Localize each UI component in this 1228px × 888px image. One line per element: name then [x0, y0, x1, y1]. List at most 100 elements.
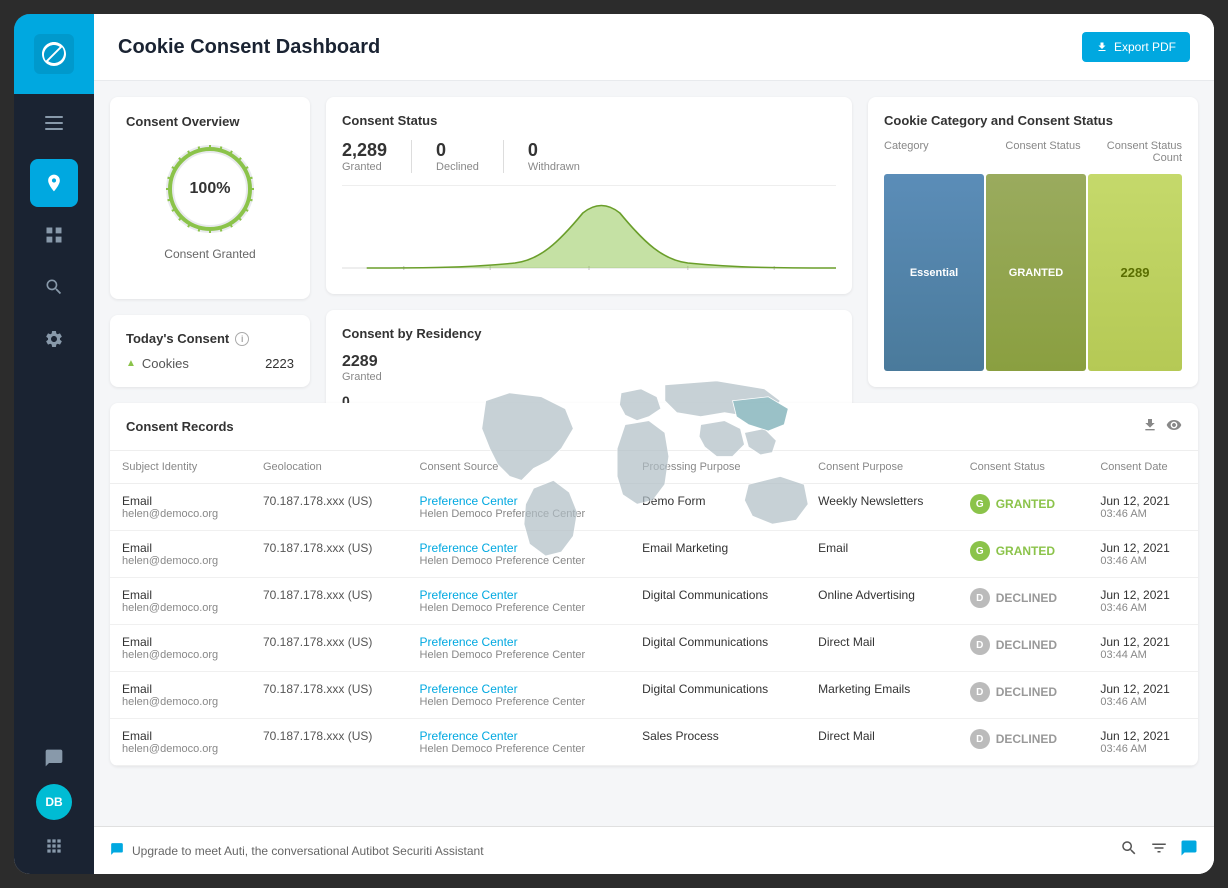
download-icon[interactable]: [1142, 417, 1158, 436]
bot-icon: [110, 842, 124, 859]
cell-date: Jun 12, 2021 03:44 AM: [1088, 625, 1198, 672]
export-pdf-button[interactable]: Export PDF: [1082, 32, 1190, 62]
sidebar-item-settings[interactable]: [30, 315, 78, 363]
cookie-category-widget: Cookie Category and Consent Status Categ…: [868, 97, 1198, 387]
menu-button[interactable]: [37, 108, 71, 143]
apps-icon[interactable]: [36, 828, 72, 864]
bot-message: Upgrade to meet Auti, the conversational…: [110, 842, 484, 859]
cc-col1: Category: [884, 140, 984, 164]
cell-date: Jun 12, 2021 03:46 AM: [1088, 578, 1198, 625]
todays-consent-title: Today's Consent i: [126, 331, 294, 346]
cell-subject: Email helen@democo.org: [110, 531, 251, 578]
cell-purpose: Marketing Emails: [806, 672, 958, 719]
view-icon[interactable]: [1166, 417, 1182, 436]
stacked-bar-chart: Essential GRANTED 2289: [884, 174, 1182, 371]
chat-bottom-icon[interactable]: [1180, 839, 1198, 862]
sidebar-bottom: DB: [36, 730, 72, 874]
col-subject: Subject Identity: [110, 451, 251, 484]
cell-geo: 70.187.178.xxx (US): [251, 578, 408, 625]
records-title: Consent Records: [126, 419, 234, 434]
withdrawn-count: 0 Withdrawn: [528, 140, 580, 173]
col-status: Consent Status: [958, 451, 1089, 484]
cell-status: D DECLINED: [958, 719, 1089, 766]
table-row: Email helen@democo.org 70.187.178.xxx (U…: [110, 578, 1198, 625]
sidebar-nav: [30, 149, 78, 730]
cell-date: Jun 12, 2021 03:46 AM: [1088, 484, 1198, 531]
cell-purpose: Online Advertising: [806, 578, 958, 625]
cell-purpose: Direct Mail: [806, 719, 958, 766]
filter-bottom-icon[interactable]: [1150, 839, 1168, 862]
sidebar: DB: [14, 14, 94, 874]
cell-date: Jun 12, 2021 03:46 AM: [1088, 531, 1198, 578]
header: Cookie Consent Dashboard Export PDF: [94, 14, 1214, 81]
col-date: Consent Date: [1088, 451, 1198, 484]
consent-status-widget: Consent Status 2,289 Granted 0 Declined: [326, 97, 852, 294]
todays-consent-row: ▲ Cookies 2223: [126, 356, 294, 371]
cell-subject: Email helen@democo.org: [110, 672, 251, 719]
cell-purpose: Direct Mail: [806, 625, 958, 672]
donut-chart: 100% Consent Granted: [160, 139, 260, 261]
cell-subject: Email helen@democo.org: [110, 578, 251, 625]
user-avatar[interactable]: DB: [36, 784, 72, 820]
cell-date: Jun 12, 2021 03:46 AM: [1088, 672, 1198, 719]
records-actions: [1142, 417, 1182, 436]
cell-source: Preference Center Helen Democo Preferenc…: [408, 672, 631, 719]
up-arrow-icon: ▲: [126, 358, 136, 369]
search-bottom-icon[interactable]: [1120, 839, 1138, 862]
consent-overview-widget: Consent Overview: [110, 97, 310, 299]
cell-status: G GRANTED: [958, 531, 1089, 578]
cell-date: Jun 12, 2021 03:46 AM: [1088, 719, 1198, 766]
cookies-label: ▲ Cookies: [126, 356, 189, 371]
status-numbers: 2,289 Granted 0 Declined 0 Wit: [342, 140, 836, 186]
cell-subject: Email helen@democo.org: [110, 719, 251, 766]
cell-status: D DECLINED: [958, 625, 1089, 672]
cell-source: Preference Center Helen Democo Preferenc…: [408, 719, 631, 766]
consent-overview-title: Consent Overview: [126, 114, 239, 129]
cell-status: G GRANTED: [958, 484, 1089, 531]
bottom-bar: Upgrade to meet Auti, the conversational…: [94, 826, 1214, 874]
cc-count-label: 2289: [1121, 265, 1150, 280]
app-logo[interactable]: [14, 14, 94, 94]
content-area: Consent Overview: [94, 81, 1214, 826]
col-geo: Geolocation: [251, 451, 408, 484]
table-row: Email helen@democo.org 70.187.178.xxx (U…: [110, 672, 1198, 719]
cell-geo: 70.187.178.xxx (US): [251, 531, 408, 578]
declined-count: 0 Declined: [436, 140, 479, 173]
cc-status-label: GRANTED: [1009, 267, 1063, 279]
cookies-count: 2223: [265, 356, 294, 371]
cell-subject: Email helen@democo.org: [110, 484, 251, 531]
main-content: Cookie Consent Dashboard Export PDF Cons…: [94, 14, 1214, 874]
cell-geo: 70.187.178.xxx (US): [251, 672, 408, 719]
bottom-actions: [1120, 839, 1198, 862]
cell-geo: 70.187.178.xxx (US): [251, 719, 408, 766]
chat-icon[interactable]: [36, 740, 72, 776]
page-title: Cookie Consent Dashboard: [118, 36, 380, 59]
cell-status: D DECLINED: [958, 578, 1089, 625]
donut-percentage: 100%: [190, 180, 231, 197]
cell-status: D DECLINED: [958, 672, 1089, 719]
cell-geo: 70.187.178.xxx (US): [251, 625, 408, 672]
world-map: [438, 353, 836, 576]
table-row: Email helen@democo.org 70.187.178.xxx (U…: [110, 625, 1198, 672]
bot-text: Upgrade to meet Auti, the conversational…: [132, 844, 484, 858]
info-icon[interactable]: i: [235, 332, 249, 346]
cell-subject: Email helen@democo.org: [110, 625, 251, 672]
cc-col3: Consent Status Count: [1102, 140, 1182, 164]
sidebar-item-data[interactable]: [30, 211, 78, 259]
sidebar-item-search[interactable]: [30, 263, 78, 311]
res-granted: 2289 Granted: [342, 353, 422, 383]
cell-processing: Digital Communications: [630, 625, 806, 672]
cell-source: Preference Center Helen Democo Preferenc…: [408, 578, 631, 625]
cell-processing: Digital Communications: [630, 578, 806, 625]
consent-status-title: Consent Status: [342, 113, 836, 128]
granted-count: 2,289 Granted: [342, 140, 387, 173]
sidebar-item-consent[interactable]: [30, 159, 78, 207]
cc-col2: Consent Status: [993, 140, 1093, 164]
cell-source: Preference Center Helen Democo Preferenc…: [408, 625, 631, 672]
cookie-category-title: Cookie Category and Consent Status: [884, 113, 1182, 128]
cell-processing: Digital Communications: [630, 672, 806, 719]
residency-title: Consent by Residency: [342, 326, 836, 341]
bell-curve-chart: [342, 198, 836, 278]
cell-processing: Sales Process: [630, 719, 806, 766]
donut-label: Consent Granted: [164, 247, 255, 261]
